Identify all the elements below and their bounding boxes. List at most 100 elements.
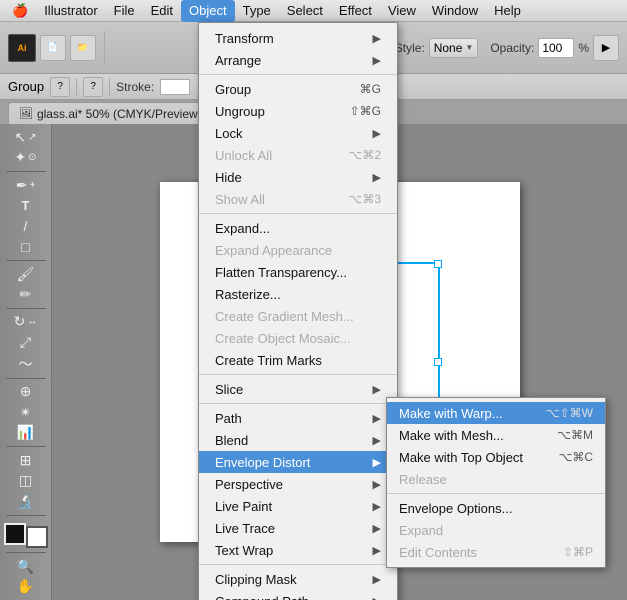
new-doc-button[interactable]: 📄 xyxy=(40,35,66,61)
gradient-button[interactable]: ◫ xyxy=(4,471,48,490)
handle-tr[interactable] xyxy=(434,260,442,268)
handle-mr[interactable] xyxy=(434,358,442,366)
handle-ml[interactable] xyxy=(218,358,226,366)
handle-br[interactable] xyxy=(434,456,442,464)
tool-separator-1 xyxy=(6,171,46,172)
lasso-icon: ⊙ xyxy=(28,152,36,163)
direct-selection-icon: ↗ xyxy=(28,132,36,143)
background-color[interactable] xyxy=(26,526,48,548)
menu-bar: 🍎 Illustrator File Edit Object Type Sele… xyxy=(0,0,627,22)
type-tool-button[interactable]: T xyxy=(4,196,48,215)
handle-tl[interactable] xyxy=(218,260,226,268)
toolbar-separator-1 xyxy=(104,31,105,65)
options-separator xyxy=(76,78,77,96)
chevron-down-icon: ▼ xyxy=(378,43,386,52)
tab-close-button[interactable]: × xyxy=(208,108,214,119)
scale-icon: ⤢ xyxy=(20,334,31,351)
line-icon: / xyxy=(24,218,28,234)
tab-icon: 🖼 xyxy=(19,107,33,120)
gradient-icon: ◫ xyxy=(19,472,32,489)
options-separator-2 xyxy=(109,78,110,96)
foreground-color[interactable] xyxy=(4,523,26,545)
type-icon: T xyxy=(22,198,30,213)
hand-icon: ✋ xyxy=(17,578,34,595)
mesh-icon: ⊞ xyxy=(20,452,32,469)
options-bar: Group ? ? Stroke: xyxy=(0,74,627,100)
menu-help[interactable]: Help xyxy=(486,0,529,22)
blend-icon: ⊕ xyxy=(20,383,32,400)
menu-file[interactable]: File xyxy=(106,0,143,22)
tab-label: glass.ai* 50% (CMYK/Preview) xyxy=(37,107,202,121)
help-icon-btn[interactable]: ? xyxy=(50,77,70,97)
line-tool-button[interactable]: / xyxy=(4,217,48,236)
magic-wand-icon: ✦ xyxy=(14,149,26,166)
stroke-color-swatch[interactable] xyxy=(160,79,190,95)
menu-edit[interactable]: Edit xyxy=(143,0,181,22)
tool-separator-6 xyxy=(6,515,46,516)
zoom-icon: 🔍 xyxy=(17,558,34,575)
selection-tool-button[interactable]: ↖ ↗ xyxy=(4,128,48,147)
main-area: ↖ ↗ ✦ ⊙ ✒ + T / □ 🖌 ✏ ↻ ↔ xyxy=(0,124,627,600)
left-toolbar: ↖ ↗ ✦ ⊙ ✒ + T / □ 🖌 ✏ ↻ ↔ xyxy=(0,124,52,600)
opacity-input[interactable]: 100 xyxy=(538,38,574,58)
canvas xyxy=(160,182,520,542)
handle-tm[interactable] xyxy=(326,260,334,268)
magic-wand-button[interactable]: ✦ ⊙ xyxy=(4,149,48,168)
canvas-area xyxy=(52,124,627,600)
menu-object[interactable]: Object xyxy=(181,0,235,22)
menu-window[interactable]: Window xyxy=(424,0,486,22)
menu-illustrator[interactable]: Illustrator xyxy=(36,0,105,22)
hand-button[interactable]: ✋ xyxy=(4,577,48,596)
selected-object[interactable] xyxy=(220,262,440,462)
open-doc-button[interactable]: 📁 xyxy=(70,35,96,61)
apple-menu[interactable]: 🍎 xyxy=(4,0,36,22)
warp-icon: 〜 xyxy=(19,354,33,374)
graph-icon: 📊 xyxy=(17,424,34,441)
stroke-label: Stroke: xyxy=(116,80,154,94)
document-tab[interactable]: 🖼 glass.ai* 50% (CMYK/Preview) × xyxy=(8,102,225,124)
ai-logo: Ai xyxy=(8,34,36,62)
paintbrush-icon: 🖌 xyxy=(17,266,35,283)
menu-select[interactable]: Select xyxy=(279,0,331,22)
tool-separator-7 xyxy=(6,552,46,553)
scale-button[interactable]: ⤢ xyxy=(4,333,48,352)
pen-icon: ✒ xyxy=(16,177,28,194)
tool-separator-2 xyxy=(6,260,46,261)
toolbar-right: Basic ▼ Style: None ▼ Opacity: 100 % ▶ xyxy=(340,35,619,61)
rotate-icon: ↻ xyxy=(14,313,26,330)
tool-separator-3 xyxy=(6,308,46,309)
pencil-button[interactable]: ✏ xyxy=(4,285,48,304)
graph-button[interactable]: 📊 xyxy=(4,424,48,443)
style-arrow-icon: ▼ xyxy=(465,43,473,52)
blend-button[interactable]: ⊕ xyxy=(4,383,48,402)
tab-bar: 🖼 glass.ai* 50% (CMYK/Preview) × xyxy=(0,100,627,124)
rectangle-tool-button[interactable]: □ xyxy=(4,238,48,257)
style-dropdown[interactable]: Basic ▼ xyxy=(340,38,390,58)
toolbar: Ai 📄 📁 Basic ▼ Style: None ▼ Opacity: 10… xyxy=(0,22,627,74)
symbol-icon: ✴ xyxy=(20,404,32,421)
menu-view[interactable]: View xyxy=(380,0,424,22)
warp-button[interactable]: 〜 xyxy=(4,354,48,374)
pen-tool-button[interactable]: ✒ + xyxy=(4,176,48,195)
selection-tool-icon: ↖ xyxy=(14,129,26,146)
mesh-button[interactable]: ⊞ xyxy=(4,451,48,470)
basic-label: Basic xyxy=(345,41,374,55)
tool-separator-4 xyxy=(6,378,46,379)
color-boxes[interactable] xyxy=(4,523,48,548)
eyedropper-button[interactable]: 🔬 xyxy=(4,492,48,511)
eyedropper-icon: 🔬 xyxy=(17,493,34,510)
rotate-button[interactable]: ↻ ↔ xyxy=(4,313,48,332)
rect-icon: □ xyxy=(21,239,29,255)
pen-sub-icon: + xyxy=(29,180,35,191)
opacity-label: Opacity: xyxy=(490,41,534,55)
style-value-dropdown[interactable]: None ▼ xyxy=(429,38,479,58)
menu-type[interactable]: Type xyxy=(235,0,279,22)
opacity-adjust-icon[interactable]: ▶ xyxy=(593,35,619,61)
options-icon-btn-2[interactable]: ? xyxy=(83,77,103,97)
paintbrush-button[interactable]: 🖌 xyxy=(4,265,48,284)
menu-effect[interactable]: Effect xyxy=(331,0,380,22)
zoom-button[interactable]: 🔍 xyxy=(4,557,48,576)
handle-bl[interactable] xyxy=(218,456,226,464)
symbol-button[interactable]: ✴ xyxy=(4,403,48,422)
handle-bm[interactable] xyxy=(326,456,334,464)
